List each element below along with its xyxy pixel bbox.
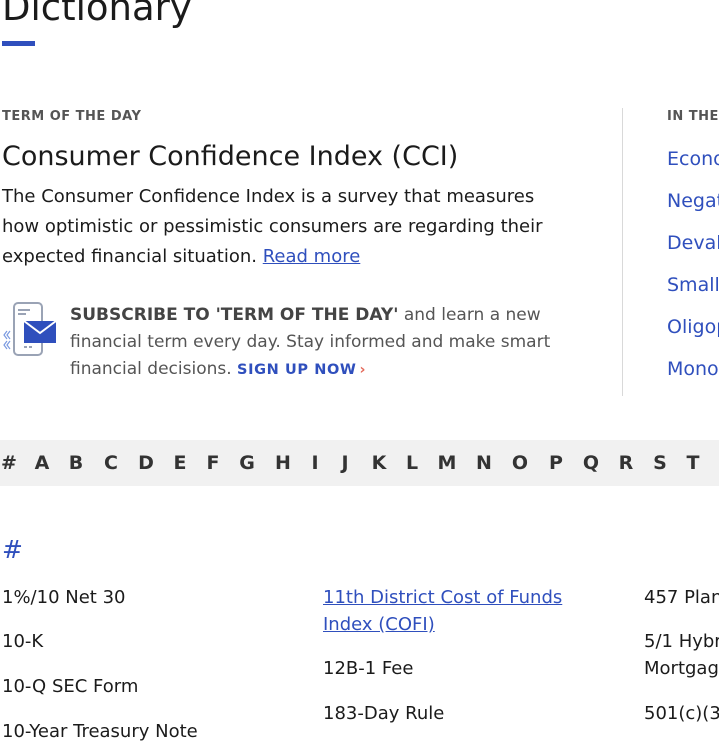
news-item[interactable]: Mono bbox=[667, 356, 719, 398]
section-heading: # bbox=[2, 535, 23, 564]
alpha-link-a[interactable]: A bbox=[30, 440, 54, 486]
alphabet-nav: # A B C D E F G H I J K L M N O P Q R S … bbox=[0, 440, 719, 486]
alpha-link-q[interactable]: Q bbox=[579, 440, 603, 486]
alpha-link-n[interactable]: N bbox=[472, 440, 496, 486]
term-of-day-definition: The Consumer Confidence Index is a surve… bbox=[2, 182, 562, 272]
column-divider bbox=[622, 108, 623, 396]
chevron-right-icon: › bbox=[359, 362, 367, 378]
page-title: Dictionary bbox=[2, 0, 192, 29]
term-link[interactable]: 10-Year Treasury Note bbox=[2, 718, 198, 745]
in-the-news-eyebrow: IN THE bbox=[667, 109, 719, 124]
alpha-link-k[interactable]: K bbox=[367, 440, 391, 486]
alpha-link-g[interactable]: G bbox=[235, 440, 259, 486]
term-link[interactable]: 12B-1 Fee bbox=[323, 655, 413, 682]
alpha-link-j[interactable]: J bbox=[333, 440, 357, 486]
news-item[interactable]: Deval bbox=[667, 230, 719, 272]
alpha-link-e[interactable]: E bbox=[168, 440, 192, 486]
term-link[interactable]: 5/1 Hybr bbox=[644, 628, 719, 655]
term-link[interactable]: 183-Day Rule bbox=[323, 700, 444, 727]
alpha-link-d[interactable]: D bbox=[134, 440, 158, 486]
term-of-day-title: Consumer Confidence Index (CCI) bbox=[2, 141, 459, 172]
title-underline bbox=[2, 41, 35, 46]
alpha-link-s[interactable]: S bbox=[648, 440, 672, 486]
alpha-link-i[interactable]: I bbox=[303, 440, 327, 486]
alpha-link-h[interactable]: H bbox=[271, 440, 295, 486]
term-of-day-eyebrow: TERM OF THE DAY bbox=[2, 109, 142, 124]
alpha-link-l[interactable]: L bbox=[400, 440, 424, 486]
alpha-link-c[interactable]: C bbox=[99, 440, 123, 486]
sign-up-link[interactable]: SIGN UP NOW › bbox=[237, 362, 366, 378]
news-item[interactable]: Negat bbox=[667, 188, 719, 230]
read-more-link[interactable]: Read more bbox=[263, 246, 361, 267]
subscribe-text: SUBSCRIBE TO 'TERM OF THE DAY' and learn… bbox=[70, 302, 590, 384]
term-link-cofi-line1[interactable]: 11th District Cost of Funds bbox=[323, 584, 562, 611]
news-item[interactable]: Small bbox=[667, 272, 719, 314]
alpha-link-m[interactable]: M bbox=[435, 440, 459, 486]
news-item[interactable]: Oligop bbox=[667, 314, 719, 356]
term-link[interactable]: 10-Q SEC Form bbox=[2, 673, 138, 700]
alpha-link-t[interactable]: T bbox=[681, 440, 705, 486]
alpha-link-p[interactable]: P bbox=[544, 440, 568, 486]
term-link[interactable]: 10-K bbox=[2, 628, 43, 655]
phone-envelope-icon bbox=[3, 302, 57, 356]
alpha-link-o[interactable]: O bbox=[508, 440, 532, 486]
subscribe-bold: SUBSCRIBE TO 'TERM OF THE DAY' bbox=[70, 305, 399, 325]
news-item[interactable]: Econo bbox=[667, 146, 719, 188]
in-the-news-list: Econo Negat Deval Small Oligop Mono bbox=[667, 146, 719, 398]
term-link[interactable]: 501(c)(3) bbox=[644, 700, 719, 727]
term-link[interactable]: Mortgag bbox=[644, 655, 719, 682]
alpha-link-r[interactable]: R bbox=[614, 440, 638, 486]
term-link[interactable]: 457 Plan bbox=[644, 584, 719, 611]
term-link[interactable]: 1%/10 Net 30 bbox=[2, 584, 125, 611]
sign-up-label: SIGN UP NOW bbox=[237, 362, 357, 378]
alpha-link-hash[interactable]: # bbox=[0, 440, 21, 486]
alpha-link-f[interactable]: F bbox=[201, 440, 225, 486]
alpha-link-b[interactable]: B bbox=[64, 440, 88, 486]
term-link-cofi-line2[interactable]: Index (COFI) bbox=[323, 611, 435, 638]
